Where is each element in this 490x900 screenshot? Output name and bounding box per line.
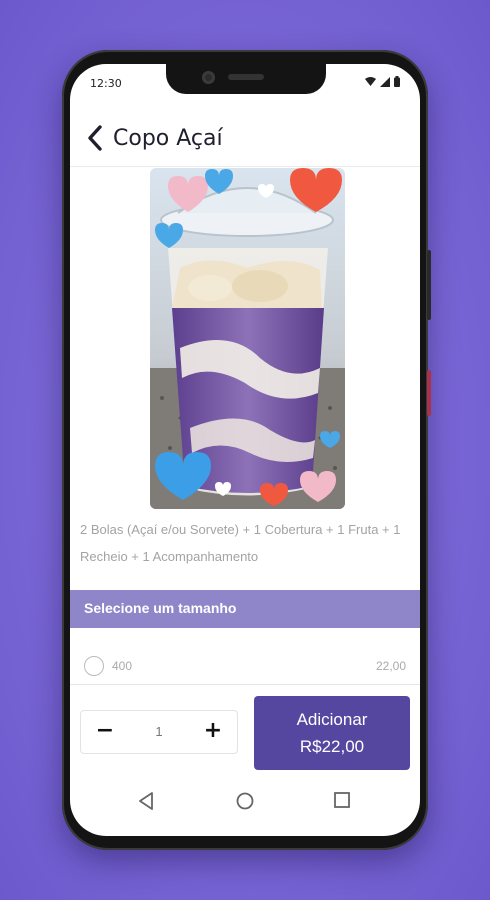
back-arrow-icon[interactable] (84, 124, 108, 152)
notch (166, 64, 326, 94)
size-option-row[interactable]: 400 22,00 (70, 654, 420, 688)
front-camera (202, 71, 215, 84)
app-header: Copo Açaí (70, 112, 420, 167)
signal-icon (380, 76, 390, 87)
decrement-button[interactable]: − (91, 717, 119, 745)
status-icons (365, 76, 400, 87)
size-option-radio[interactable] (84, 656, 104, 676)
system-nav-bar (70, 778, 420, 828)
size-option-price: 22,00 (375, 659, 406, 673)
product-description: 2 Bolas (Açaí e/ou Sorvete) + 1 Cobertur… (80, 522, 401, 564)
wifi-icon (365, 77, 376, 86)
bottom-action-bar: − 1 + Adicionar R$22,00 (70, 684, 420, 771)
product-image (150, 168, 345, 509)
add-button-label: Adicionar (296, 710, 368, 729)
size-section-title: Selecione um tamanho (84, 600, 237, 616)
quantity-value: 1 (155, 724, 163, 739)
battery-icon (394, 76, 400, 87)
page-title: Copo Açaí (113, 126, 223, 151)
add-button-price: R$22,00 (299, 737, 365, 756)
phone-frame: 12:30 Copo Açaí 2 Bolas (Açaí e/ou Sorve… (62, 50, 431, 850)
earpiece-speaker (228, 74, 264, 80)
nav-recents-icon[interactable] (334, 792, 350, 808)
size-option-label: 400 (112, 659, 133, 673)
nav-home-icon[interactable] (236, 792, 254, 810)
volume-button (427, 250, 431, 320)
power-button (427, 370, 431, 416)
size-section-header: Selecione um tamanho (70, 590, 420, 628)
quantity-stepper: − 1 + (80, 710, 238, 754)
status-time: 12:30 (90, 77, 122, 90)
add-to-cart-button[interactable]: Adicionar R$22,00 (254, 696, 410, 770)
increment-button[interactable]: + (199, 717, 227, 745)
nav-back-icon[interactable] (138, 792, 154, 810)
app-screen: 12:30 Copo Açaí 2 Bolas (Açaí e/ou Sorve… (70, 64, 420, 836)
